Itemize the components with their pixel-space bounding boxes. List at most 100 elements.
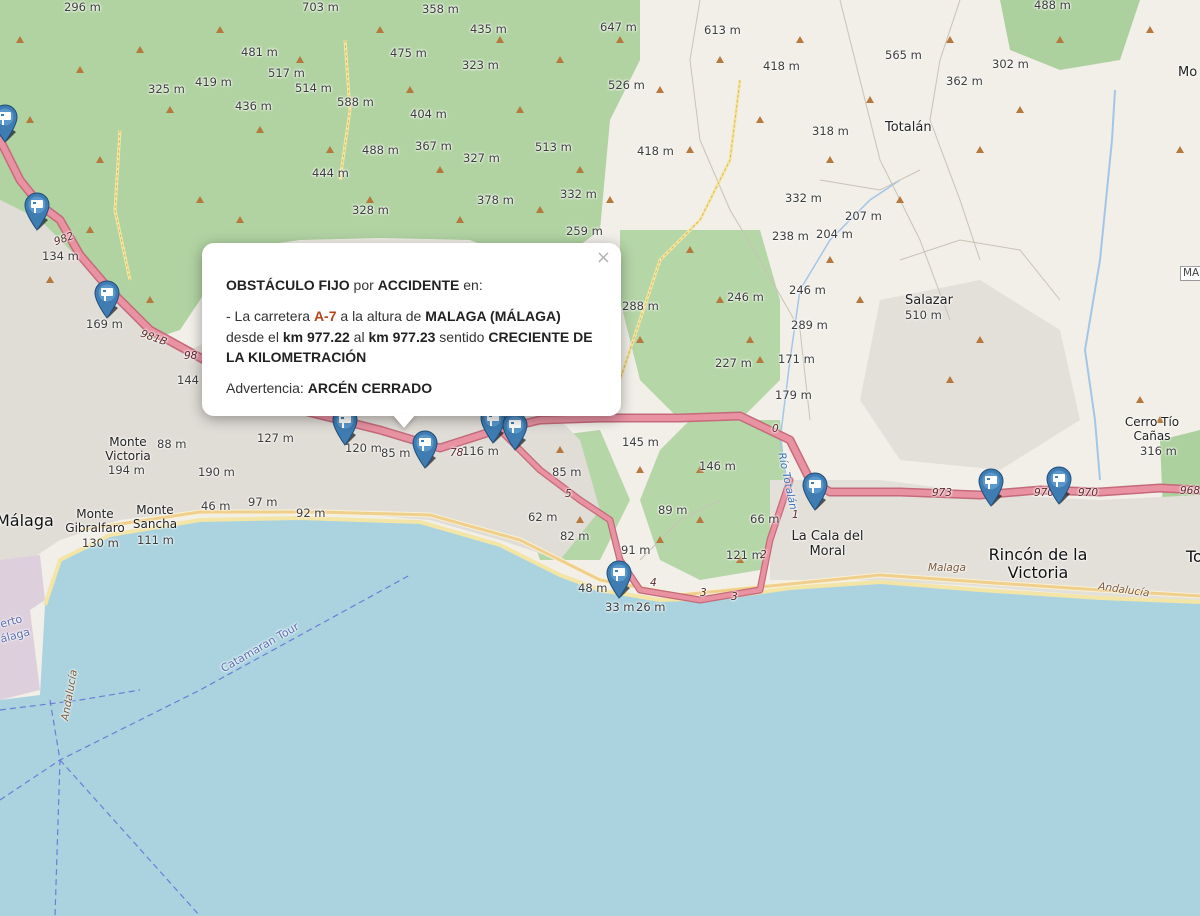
elevation-label: 419 m [195,75,232,89]
elevation-label: 323 m [462,58,499,72]
elevation-label: 85 m [552,465,582,479]
elevation-label: 194 m [108,463,145,477]
elevation-label: 404 m [410,107,447,121]
elevation-label: 89 m [658,503,688,517]
map-view[interactable] [0,0,1200,916]
elevation-label: 613 m [704,23,741,37]
road-ref-label: 3 [700,587,707,599]
close-icon[interactable]: × [596,249,611,267]
elevation-label: 510 m [905,308,942,322]
road-ref-label: 3 [731,591,738,603]
elevation-label: 127 m [257,431,294,445]
elevation-label: 130 m [82,536,119,550]
incident-marker-icon[interactable] [976,466,1006,508]
popup-content: OBSTÁCULO FIJO por ACCIDENTE en: - La ca… [226,275,599,409]
elevation-label: 144 [177,373,199,387]
place-label-cerro-tio-canas: Cerro Tío Cañas [1124,415,1180,443]
edge-label: MA [1180,266,1200,281]
map-base-layer[interactable] [0,0,1200,916]
place-label-monte-victoria: Monte Victoria [105,435,151,463]
elevation-label: 145 m [622,435,659,449]
incident-marker-icon[interactable] [1044,464,1074,506]
elevation-label: 190 m [198,465,235,479]
elevation-label: 302 m [992,57,1029,71]
popup-text: al [349,328,369,345]
popup-text: en: [459,277,483,293]
elevation-label: 146 m [699,459,736,473]
incident-marker-icon[interactable] [604,558,634,600]
elevation-label: 332 m [560,187,597,201]
elevation-label: 647 m [600,20,637,34]
elevation-label: 97 m [248,495,278,509]
road-ref-label: 78 [450,447,464,459]
elevation-label: 328 m [352,203,389,217]
road-link[interactable]: A-7 [314,308,337,324]
place-label-rincon-de-la-victoria: Rincón de la Victoria [988,545,1088,582]
elevation-label: 204 m [816,227,853,241]
popup-tip [392,414,416,428]
elevation-label: 418 m [637,144,674,158]
location-place: MALAGA (MÁLAGA) [425,308,561,325]
elevation-label: 91 m [621,543,651,557]
elevation-label: 92 m [296,506,326,520]
elevation-label: 66 m [750,512,780,526]
elevation-label: 121 m [726,548,763,562]
popup-text: sentido [435,328,489,345]
elevation-label: 259 m [566,224,603,238]
incident-marker-icon[interactable] [0,102,20,144]
elevation-label: 378 m [477,193,514,207]
road-ref-label: 2 [760,549,767,561]
elevation-label: 33 m [605,600,635,614]
road-ref-label: 968 [1180,485,1200,497]
elevation-label: 171 m [778,352,815,366]
elevation-label: 246 m [789,283,826,297]
place-label-monte-sancha: Monte Sancha [132,503,178,531]
elevation-label: 288 m [622,299,659,313]
incident-marker-icon[interactable] [800,470,830,512]
popup-location: - La carretera A-7 a la altura de MALAGA… [226,306,599,367]
edge-label: Mo [1178,65,1198,80]
popup-text: a la altura de [336,308,426,325]
elevation-label: 296 m [64,0,101,14]
place-label-totalan: Totalán [885,120,932,135]
road-ref-label: 973 [932,487,953,499]
km-from: km 977.22 [282,328,350,345]
incident-marker-icon[interactable] [92,278,122,320]
elevation-label: 526 m [608,78,645,92]
popup-headline: OBSTÁCULO FIJO por ACCIDENTE en: [226,275,599,295]
elevation-label: 444 m [312,166,349,180]
road-ref-label: 98 [184,350,198,362]
elevation-label: 436 m [235,99,272,113]
elevation-label: 588 m [337,95,374,109]
popup-text: Advertencia: [226,380,308,397]
incident-marker-icon[interactable] [22,190,52,232]
elevation-label: 227 m [715,356,752,370]
place-label-la-cala-del-moral: La Cala del Moral [791,529,864,559]
elevation-label: 481 m [241,45,278,59]
elevation-label: 46 m [201,499,231,513]
place-label-salazar: Salazar [905,293,953,308]
elevation-label: 327 m [463,151,500,165]
incident-marker-icon[interactable] [410,428,440,470]
elevation-label: 26 m [636,600,666,614]
incident-marker-icon[interactable] [500,410,530,452]
elevation-label: 325 m [148,82,185,96]
elevation-label: 475 m [390,46,427,60]
elevation-label: 332 m [785,191,822,205]
elevation-label: 116 m [462,444,499,458]
elevation-label: 289 m [791,318,828,332]
elevation-label: 88 m [157,437,187,451]
incident-popup: × OBSTÁCULO FIJO por ACCIDENTE en: - La … [202,243,621,416]
popup-text: desde el [226,328,283,345]
elevation-label: 488 m [1034,0,1071,12]
obstacle-cause: ACCIDENTE [377,277,460,293]
elevation-label: 358 m [422,2,459,16]
road-ref-label: 4 [650,577,657,589]
elevation-label: 517 m [268,66,305,80]
edge-label: To [1186,547,1200,566]
road-name-label: Malaga [928,562,966,574]
popup-text: por [349,277,378,293]
road-ref-label: 5 [565,488,572,500]
elevation-label: 85 m [381,446,411,460]
elevation-label: 238 m [772,229,809,243]
